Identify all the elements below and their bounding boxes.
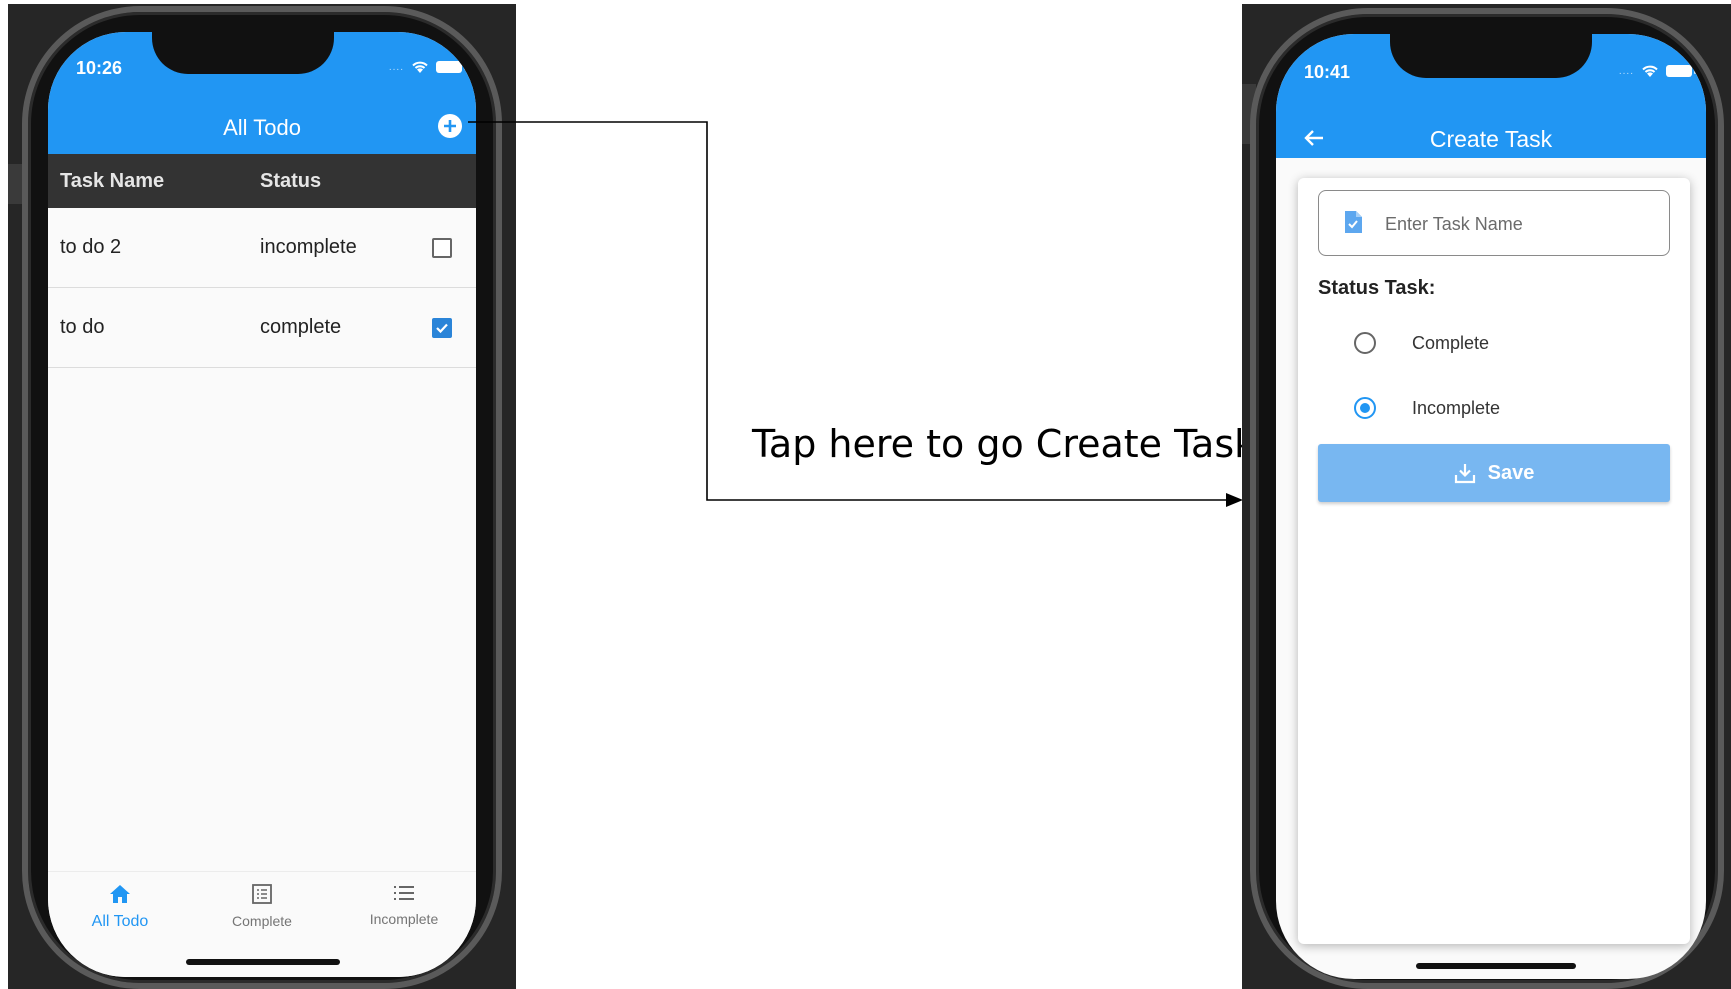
status-label: Status Task: [1318, 277, 1436, 299]
download-icon [1454, 464, 1475, 484]
radio-option-complete[interactable]: Complete [1354, 328, 1489, 358]
notch [1390, 34, 1592, 78]
right-phone-screen: 10:41 .... Create Task Status Task: Comp… [1276, 34, 1706, 979]
radio-label: Complete [1412, 332, 1490, 353]
annotation-text: Tap here to go Create Task [752, 422, 1257, 466]
page-title: Create Task [1429, 126, 1553, 152]
home-indicator [1416, 963, 1576, 969]
task-name-input[interactable] [1385, 211, 1655, 237]
radio-label: Incomplete [1412, 397, 1501, 418]
radio-button[interactable] [1354, 332, 1376, 354]
radio-option-incomplete[interactable]: Incomplete [1354, 393, 1500, 423]
save-label: Save [1487, 461, 1535, 484]
status-icons: .... [1618, 64, 1696, 78]
task-name-field[interactable] [1318, 190, 1670, 256]
create-task-card: Status Task: Complete Incomplete Save [1298, 178, 1690, 944]
document-check-icon [1345, 211, 1362, 233]
status-time: 10:41 [1304, 62, 1351, 82]
signal-icon: .... [1618, 65, 1634, 77]
right-phone-frame: 10:41 .... Create Task Status Task: Comp… [1250, 8, 1724, 989]
wifi-icon [1642, 65, 1658, 77]
battery-icon [1666, 65, 1696, 77]
radio-button-selected[interactable] [1354, 397, 1376, 419]
save-button[interactable]: Save [1318, 444, 1670, 502]
